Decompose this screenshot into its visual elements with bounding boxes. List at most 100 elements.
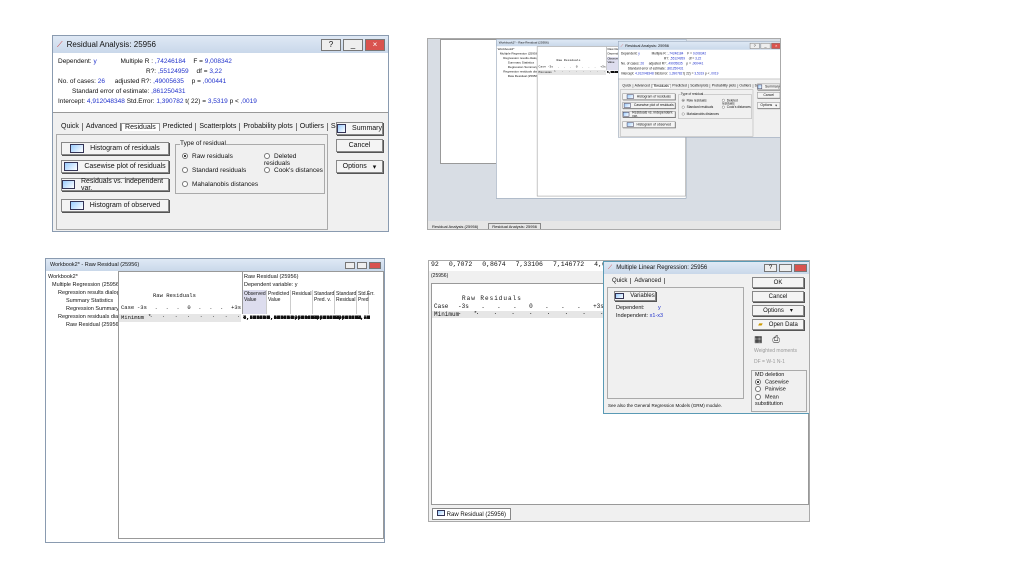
tab-advanced[interactable]: Advanced bbox=[83, 123, 122, 131]
tab-outliers[interactable]: Outliers bbox=[297, 123, 328, 131]
label: F = bbox=[687, 52, 692, 56]
sheet-tab[interactable]: Raw Residual (25956) bbox=[432, 508, 512, 520]
tab-quick[interactable]: Quick bbox=[609, 278, 632, 284]
options-button[interactable]: Options ▾ bbox=[757, 102, 780, 109]
window-title: Residual Analysis: 25956 bbox=[66, 40, 156, 49]
histogram-residuals-button[interactable]: Histogram of residuals bbox=[622, 93, 676, 100]
radio-standard-residuals[interactable]: Standard residuals bbox=[182, 167, 246, 174]
scale-tick: . bbox=[569, 64, 572, 69]
casewise-plot-button[interactable]: Casewise plot of residuals bbox=[622, 102, 676, 109]
label: Dependent: bbox=[616, 305, 645, 311]
radio-cooks-distances[interactable]: Cook's distances bbox=[721, 106, 751, 109]
help-button[interactable]: ? bbox=[321, 38, 341, 51]
weighted-moments-checkbox[interactable]: Weighted moments bbox=[754, 348, 797, 354]
cancel-button[interactable]: Cancel bbox=[752, 291, 804, 302]
tree-item[interactable]: Workbook2* bbox=[48, 273, 118, 281]
close-button[interactable] bbox=[369, 261, 381, 269]
options-button[interactable]: Options ▾ bbox=[336, 160, 383, 173]
table-row: 8.........*4,6728294,3122880,36054-1,219… bbox=[119, 312, 385, 380]
radio-pairwise[interactable]: Pairwise bbox=[755, 386, 803, 393]
radio-deleted-residuals[interactable]: Deleted residuals bbox=[264, 153, 324, 167]
dependent-value: y bbox=[638, 52, 640, 56]
tab-predicted[interactable]: Predicted bbox=[671, 84, 689, 89]
tab-quick[interactable]: Quick bbox=[58, 123, 83, 131]
histogram-residuals-button[interactable]: Histogram of residuals bbox=[61, 142, 169, 155]
tree-item[interactable]: Regression residuals dia bbox=[48, 313, 118, 321]
radio-label: Pairwise bbox=[765, 386, 786, 393]
dependent-value: y bbox=[93, 58, 97, 65]
help-button[interactable]: ? bbox=[749, 42, 760, 49]
radio-mahalanobis[interactable]: Mahalanobis distances bbox=[182, 181, 258, 188]
tab-probability-plots[interactable]: Probability plots bbox=[240, 123, 297, 131]
radio-n-1[interactable]: N-1 bbox=[777, 359, 785, 365]
tab-advanced[interactable]: Advanced bbox=[633, 84, 652, 89]
tab-scatterplots[interactable]: Scatterplots bbox=[689, 84, 711, 89]
minimize-button[interactable] bbox=[345, 261, 355, 269]
radio-cooks-distances[interactable]: Cook's distances bbox=[264, 167, 323, 174]
help-button[interactable]: ? bbox=[764, 264, 777, 272]
summary-button[interactable]: Summary bbox=[757, 83, 780, 90]
close-button[interactable] bbox=[794, 264, 807, 272]
tab-residuals[interactable]: Residuals bbox=[121, 123, 160, 131]
taskbar-item[interactable]: Residual Analysis: 25956 bbox=[488, 222, 541, 229]
close-button[interactable]: × bbox=[365, 38, 385, 51]
taskbar-item[interactable]: Residual Analysis (25956) bbox=[432, 224, 478, 229]
options-button[interactable]: Options ▾ bbox=[752, 305, 804, 316]
radio-mean-substitution[interactable]: Mean substitution bbox=[755, 393, 803, 408]
window-title: Residual Analysis: 25956 bbox=[625, 43, 669, 48]
minimize-button[interactable]: _ bbox=[343, 38, 363, 51]
cancel-button[interactable]: Cancel bbox=[757, 91, 780, 99]
tab-scatterplots[interactable]: Scatterplots bbox=[196, 123, 241, 131]
tree-item[interactable]: Summary Statistics bbox=[48, 297, 118, 305]
maximize-button[interactable] bbox=[357, 261, 367, 269]
radio-raw-residuals[interactable]: Raw residuals bbox=[681, 99, 707, 102]
casewise-plot-button[interactable]: Casewise plot of residuals bbox=[61, 160, 169, 173]
residuals-vs-independent-button[interactable]: Residuals vs. independent var. bbox=[622, 111, 676, 118]
tab-label: Raw Residual (25956) bbox=[446, 512, 507, 518]
scale-tick: . bbox=[563, 64, 566, 69]
tab-predicted[interactable]: Predicted bbox=[160, 123, 197, 131]
variables-button[interactable]: Variables bbox=[614, 291, 656, 301]
button-label: Casewise plot of residuals bbox=[633, 103, 674, 108]
table-row: 23.........*4,7643025,010864-0,24656-0,4… bbox=[119, 312, 385, 505]
tab-advanced[interactable]: Advanced bbox=[631, 278, 666, 284]
minimize-button[interactable]: _ bbox=[760, 42, 771, 49]
scale-dot: . bbox=[458, 311, 462, 316]
radio-mahalanobis[interactable]: Mahalanobis distances bbox=[681, 113, 719, 116]
table-row: 21.........*4,7557365,688664-0,932930,31… bbox=[119, 312, 385, 488]
scale-dot: . bbox=[187, 312, 191, 319]
tab-probability-plots[interactable]: Probability plots bbox=[710, 84, 738, 89]
radio-casewise[interactable]: Casewise bbox=[755, 379, 803, 386]
summary-button[interactable]: Summary bbox=[336, 122, 383, 135]
scale-tick: 0 bbox=[575, 64, 578, 69]
radio-deleted-residuals[interactable]: Deleted residuals bbox=[721, 99, 751, 106]
tree-item[interactable]: Raw Residual (25956) bbox=[498, 74, 538, 78]
minimize-button[interactable] bbox=[779, 264, 792, 272]
strip-value: 92 bbox=[431, 261, 439, 268]
tab-outliers[interactable]: Outliers bbox=[738, 84, 754, 89]
residuals-vs-independent-button[interactable]: Residuals vs. independent var. bbox=[61, 177, 169, 192]
tree-item[interactable]: Regression results dialog bbox=[48, 289, 120, 297]
button-label: Residuals vs. independent var. bbox=[80, 177, 164, 192]
tab-quick[interactable]: Quick bbox=[621, 84, 634, 89]
select-cases-icon[interactable]: ▦ bbox=[754, 334, 763, 345]
close-button[interactable]: × bbox=[771, 42, 780, 49]
tab-residuals[interactable]: Residuals bbox=[651, 84, 671, 89]
label: df = bbox=[688, 57, 695, 61]
tree-item[interactable]: Raw Residual (25956) bbox=[48, 321, 120, 329]
radio-raw-residuals[interactable]: Raw residuals bbox=[182, 153, 233, 160]
histogram-observed-button[interactable]: Histogram of observed bbox=[622, 121, 676, 128]
print-icon[interactable]: ⎙ bbox=[773, 334, 780, 345]
tree-item[interactable]: Regression Summary bbox=[48, 305, 119, 313]
tree-item[interactable]: Multiple Regression (25956) bbox=[48, 281, 121, 289]
histogram-observed-button[interactable]: Histogram of observed bbox=[61, 199, 169, 212]
button-label: Histogram of residuals bbox=[636, 94, 671, 99]
radio-standard-residuals[interactable]: Standard residuals bbox=[681, 106, 713, 109]
histogram-icon bbox=[626, 122, 634, 127]
scale-tick: +3s bbox=[231, 304, 241, 311]
ok-button[interactable]: OK bbox=[752, 277, 804, 288]
scale-dot: . bbox=[589, 69, 592, 74]
open-data-button[interactable]: ▰ Open Data bbox=[752, 319, 804, 330]
cancel-button[interactable]: Cancel bbox=[336, 139, 383, 152]
radio-w-1[interactable]: W-1 bbox=[766, 359, 775, 365]
